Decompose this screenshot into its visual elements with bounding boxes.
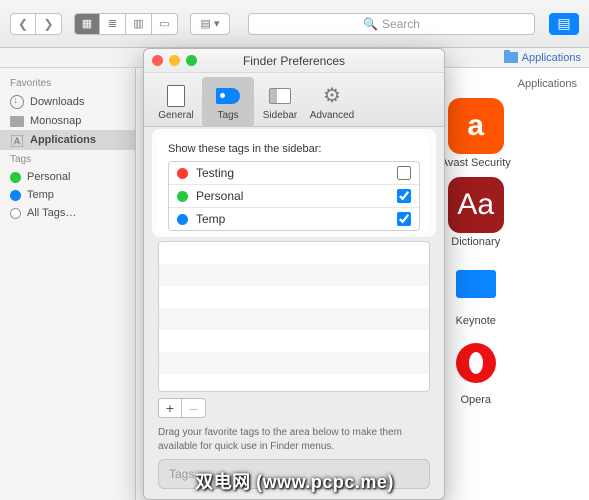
sidebar-tag-personal[interactable]: Personal: [0, 168, 135, 186]
pref-body: Show these tags in the sidebar: Testing …: [144, 127, 444, 499]
search-placeholder: Search: [382, 17, 420, 31]
section-instruction: Show these tags in the sidebar:: [168, 143, 420, 155]
finder-toolbar: ❮ ❯ ▦ ≣ ▥ ▭ ▤ ▾ 🔍 Search ▤: [0, 0, 589, 48]
search-input[interactable]: 🔍 Search: [248, 13, 535, 35]
back-button[interactable]: ❮: [10, 13, 36, 35]
tag-list-scroll-area[interactable]: [158, 241, 430, 392]
watermark: 双电网 (www.pcpc.me): [195, 468, 394, 494]
path-label: Applications: [522, 52, 581, 64]
sidebar-favorites-header: Favorites: [0, 74, 135, 92]
tag-row-personal[interactable]: Personal: [169, 185, 419, 208]
forward-button[interactable]: ❯: [36, 13, 62, 35]
sidebar-item-label: All Tags…: [27, 207, 76, 219]
search-icon: 🔍: [363, 17, 378, 31]
sidebar-item-label: Temp: [27, 189, 54, 201]
applications-icon: 🄰: [10, 133, 24, 147]
favorite-tags-hint: Drag your favorite tags to the area belo…: [158, 426, 430, 453]
tag-row-label: Temp: [196, 212, 225, 226]
close-button[interactable]: [152, 55, 163, 66]
gear-icon: ⚙: [319, 84, 345, 108]
folder-icon: [10, 116, 24, 127]
view-icon-button[interactable]: ▦: [74, 13, 100, 35]
tab-advanced[interactable]: ⚙ Advanced: [306, 77, 358, 127]
tab-general[interactable]: General: [150, 77, 202, 127]
sidebar-tags-header: Tags: [0, 150, 135, 168]
add-tag-button[interactable]: +: [158, 398, 182, 418]
downloads-icon: [10, 95, 24, 109]
sidebar-tags-section: Show these tags in the sidebar: Testing …: [158, 135, 430, 231]
sidebar-tag-all[interactable]: All Tags…: [0, 204, 135, 222]
nav-buttons: ❮ ❯: [10, 13, 62, 35]
remove-tag-button[interactable]: –: [182, 398, 206, 418]
sidebar-tag-temp[interactable]: Temp: [0, 186, 135, 204]
folder-icon: [504, 52, 518, 63]
tab-sidebar[interactable]: Sidebar: [254, 77, 306, 127]
finder-sidebar: Favorites Downloads Monosnap 🄰 Applicati…: [0, 68, 136, 500]
add-remove-controls: + –: [158, 398, 430, 418]
view-switch: ▦ ≣ ▥ ▭: [74, 13, 178, 35]
sidebar-item-label: Monosnap: [30, 115, 81, 127]
window-controls: [152, 55, 197, 66]
tag-color-dot: [177, 214, 188, 225]
sidebar-item-label: Applications: [30, 134, 96, 146]
tags-icon: [215, 84, 241, 108]
tag-all-icon: [10, 208, 21, 219]
minimize-button[interactable]: [169, 55, 180, 66]
keynote-icon: [448, 256, 504, 312]
tag-row-label: Testing: [196, 166, 234, 180]
sidebar-item-label: Personal: [27, 171, 70, 183]
finder-preferences-window: Finder Preferences General Tags Sidebar …: [143, 48, 445, 500]
tag-dot-icon: [10, 172, 21, 183]
sidebar-tag-list: Testing Personal Temp: [168, 161, 420, 231]
tag-row-label: Personal: [196, 189, 243, 203]
tag-checkbox[interactable]: [397, 212, 411, 226]
tag-dot-icon: [10, 190, 21, 201]
avast-icon: a: [448, 98, 504, 154]
toolbar-action-button[interactable]: ▤: [549, 13, 579, 35]
sidebar-item-label: Downloads: [30, 96, 84, 108]
tag-row-testing[interactable]: Testing: [169, 162, 419, 185]
pref-titlebar: Finder Preferences: [144, 49, 444, 73]
arrange-button[interactable]: ▤ ▾: [190, 13, 230, 35]
sidebar-icon: [267, 84, 293, 108]
sidebar-item-applications[interactable]: 🄰 Applications: [0, 130, 135, 150]
dictionary-icon: Aa: [448, 177, 504, 233]
tab-tags[interactable]: Tags: [202, 77, 254, 127]
tag-color-dot: [177, 191, 188, 202]
tag-checkbox[interactable]: [397, 189, 411, 203]
general-icon: [163, 84, 189, 108]
tag-color-dot: [177, 168, 188, 179]
pref-title: Finder Preferences: [243, 54, 345, 68]
view-list-button[interactable]: ≣: [100, 13, 126, 35]
sidebar-item-downloads[interactable]: Downloads: [0, 92, 135, 112]
zoom-button[interactable]: [186, 55, 197, 66]
pref-tabs: General Tags Sidebar ⚙ Advanced: [144, 73, 444, 127]
tag-checkbox[interactable]: [397, 166, 411, 180]
opera-icon: [448, 335, 504, 391]
tag-row-temp[interactable]: Temp: [169, 208, 419, 230]
sidebar-item-monosnap[interactable]: Monosnap: [0, 112, 135, 130]
view-gallery-button[interactable]: ▭: [152, 13, 178, 35]
view-columns-button[interactable]: ▥: [126, 13, 152, 35]
